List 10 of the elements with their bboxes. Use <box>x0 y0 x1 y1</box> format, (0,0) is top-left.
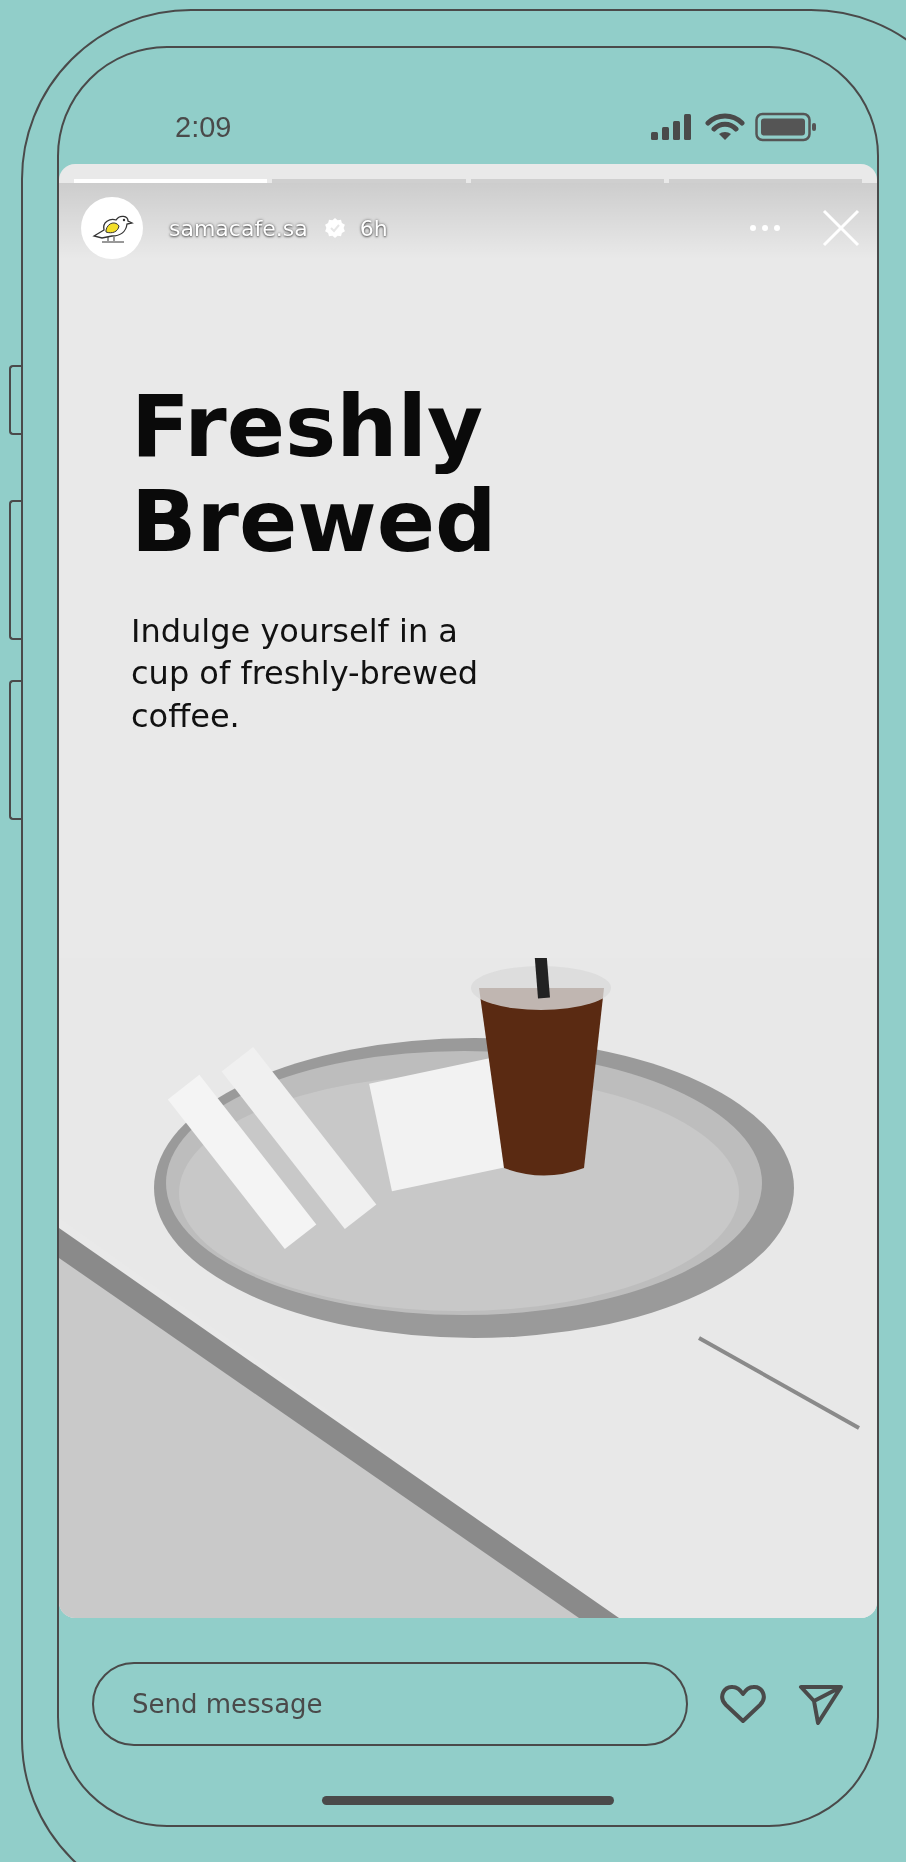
post-age: 6h <box>359 215 388 241</box>
battery-icon <box>755 112 817 142</box>
username[interactable]: samacafe.sa <box>169 215 308 241</box>
story-headline: Freshly Brewed <box>131 379 498 569</box>
send-icon[interactable] <box>798 1683 844 1725</box>
send-message-field[interactable]: Send message <box>92 1662 688 1746</box>
status-time: 2:09 <box>175 110 232 144</box>
wifi-icon <box>705 112 745 142</box>
story-subtitle: Indulge yourself in a cup of freshly-brewed coffee. <box>131 611 480 737</box>
heart-icon[interactable] <box>720 1683 766 1725</box>
